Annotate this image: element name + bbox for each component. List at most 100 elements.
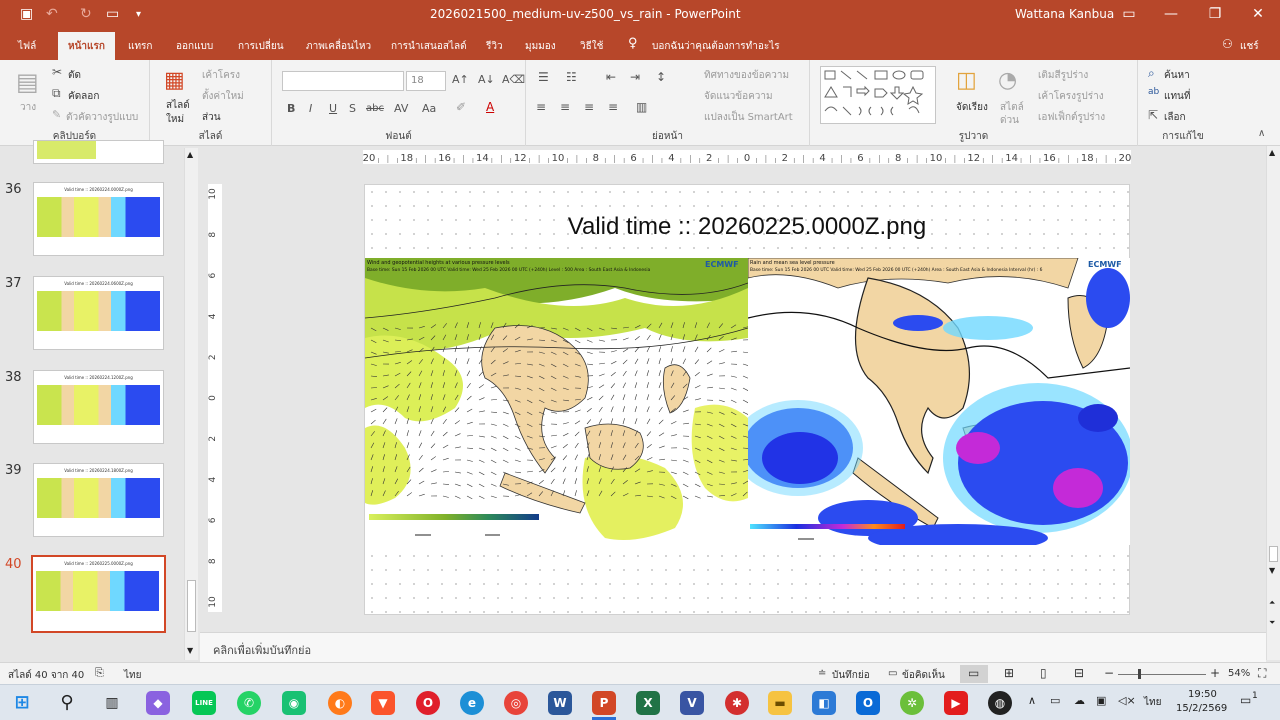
search-icon[interactable]: ⚲ [55, 691, 79, 715]
store-icon[interactable]: ◧ [812, 691, 836, 715]
font-name-input[interactable] [282, 71, 404, 91]
share-person-icon[interactable]: ⚇ [1222, 37, 1233, 51]
paste-icon[interactable]: ▤ [16, 68, 39, 96]
slide-thumbnail-35[interactable] [33, 140, 164, 164]
save-icon[interactable]: ▣ [20, 6, 33, 22]
quick-styles-label-2[interactable]: ด่วน [1000, 113, 1019, 128]
collapse-ribbon-icon[interactable]: ∧ [1258, 128, 1265, 139]
line-app-icon[interactable]: LINE [192, 691, 216, 715]
fit-to-window-icon[interactable]: ⛶ [1258, 666, 1266, 681]
character-spacing-icon[interactable]: AV [394, 102, 408, 115]
visio-icon[interactable]: V [680, 691, 704, 715]
tab-view[interactable]: มุมมอง [525, 39, 556, 54]
paste-button[interactable]: วาง [20, 100, 36, 115]
outlook-icon[interactable]: O [856, 691, 880, 715]
excel-icon[interactable]: X [636, 691, 660, 715]
tab-home[interactable]: หน้าแรก [58, 32, 115, 60]
reading-view-icon[interactable]: ▯ [1040, 666, 1047, 680]
undo-icon[interactable]: ↶ [46, 6, 58, 22]
youtube-icon[interactable]: ▶ [944, 691, 968, 715]
ribbon-display-options-icon[interactable]: ▭ [1117, 4, 1141, 24]
new-slide-label-2[interactable]: ใหม่ [166, 112, 184, 127]
editor-scroll-down-arrow[interactable]: ▼ [1269, 566, 1275, 575]
redo-icon[interactable]: ↻ [80, 6, 92, 22]
firefox-icon[interactable]: ◐ [328, 691, 352, 715]
align-center-icon[interactable]: ≡ [560, 100, 570, 114]
clock-date[interactable]: 15/2/2569 [1176, 703, 1227, 714]
tell-me-search[interactable]: บอกฉันว่าคุณต้องการทำอะไร [652, 39, 780, 54]
tab-file[interactable]: ไฟล์ [18, 39, 36, 54]
word-icon[interactable]: W [548, 691, 572, 715]
pdf-app-icon[interactable]: ✱ [725, 691, 749, 715]
convert-smartart-button[interactable]: แปลงเป็น SmartArt [704, 110, 793, 125]
tray-cloud-icon[interactable]: ☁ [1074, 694, 1085, 707]
customize-quick-access-icon[interactable]: ▾ [136, 9, 141, 20]
font-color-icon[interactable]: A [486, 100, 494, 114]
quick-styles-icon[interactable]: ◔ [998, 68, 1017, 93]
strikethrough-button[interactable]: abc [366, 103, 384, 114]
arrange-button[interactable]: จัดเรียง [956, 100, 988, 115]
notes-pane[interactable]: คลิกเพื่อเพิ่มบันทึกย่อ [200, 632, 1266, 662]
editor-scrollbar[interactable]: ▲ ▼ ⏶ ⏷ [1266, 146, 1280, 660]
font-size-input[interactable]: 18 [406, 71, 446, 91]
powerpoint-icon[interactable]: P [592, 691, 616, 715]
new-slide-label-1[interactable]: สไลด์ [166, 98, 190, 113]
opera-icon[interactable]: O [416, 691, 440, 715]
decrease-indent-icon[interactable]: ⇤ [606, 70, 616, 84]
thumbnail-scroll-thumb[interactable] [187, 580, 196, 632]
copilot-icon[interactable]: ◆ [146, 691, 170, 715]
edge-icon[interactable]: e [460, 691, 484, 715]
network-icon[interactable]: ▣ [1096, 694, 1106, 707]
zoom-slider[interactable] [1118, 674, 1206, 675]
windows-start-icon[interactable]: ⊞ [10, 691, 34, 715]
spellcheck-icon[interactable]: ⎘ [95, 666, 104, 680]
share-button[interactable]: แชร์ [1240, 39, 1259, 54]
start-from-beginning-icon[interactable]: ▭ [106, 6, 119, 22]
notification-icon[interactable]: ▭ [1240, 693, 1251, 707]
minimize-button[interactable]: — [1159, 4, 1183, 24]
shadow-button[interactable]: S [349, 102, 356, 115]
tray-device-icon[interactable]: ▭ [1050, 694, 1060, 707]
line-spacing-icon[interactable]: ↕ [656, 70, 666, 84]
file-explorer-icon[interactable]: ▬ [768, 691, 792, 715]
tab-help[interactable]: วิธีใช้ [580, 39, 603, 54]
italic-button[interactable]: I [309, 102, 312, 115]
shape-effects-button[interactable]: เอฟเฟ็กต์รูปร่าง [1038, 110, 1105, 125]
obs-icon[interactable]: ◍ [988, 691, 1012, 715]
previous-slide-arrow[interactable]: ⏶ [1269, 598, 1275, 608]
zoom-in-button[interactable]: + [1210, 666, 1220, 680]
wechat-icon[interactable]: ◉ [282, 691, 306, 715]
maximize-button[interactable]: ❐ [1203, 4, 1227, 24]
bold-button[interactable]: B [287, 102, 295, 115]
slide-thumbnail-38[interactable]: Valid time :: 20260224.1200Z.png [33, 370, 164, 444]
format-painter-button[interactable]: ตัวคัดวางรูปแบบ [66, 110, 138, 125]
arrange-icon[interactable]: ◫ [956, 68, 977, 93]
editor-scroll-up-arrow[interactable]: ▲ [1269, 148, 1275, 157]
shape-outline-button[interactable]: เค้าโครงรูปร่าง [1038, 89, 1104, 104]
brave-icon[interactable]: ▼ [371, 691, 395, 715]
app-icon[interactable]: ✲ [900, 691, 924, 715]
whatsapp-icon[interactable]: ✆ [237, 691, 261, 715]
columns-icon[interactable]: ▥ [636, 100, 647, 114]
tab-transitions[interactable]: การเปลี่ยน [238, 39, 284, 54]
rain-map-image[interactable]: Rain and mean sea level pressure Base ti… [748, 258, 1130, 545]
next-slide-arrow[interactable]: ⏷ [1269, 618, 1275, 628]
reset-button[interactable]: ตั้งค่าใหม่ [202, 89, 244, 104]
chrome-icon[interactable]: ◎ [504, 691, 528, 715]
slide-sorter-icon[interactable]: ⊞ [1004, 666, 1014, 680]
scroll-down-arrow[interactable]: ▼ [187, 646, 193, 655]
slide-canvas[interactable]: Valid time :: 20260225.0000Z.png Wind an… [364, 184, 1130, 615]
highlight-icon[interactable]: ✐ [456, 100, 466, 114]
new-slide-icon[interactable]: ▦ [164, 68, 185, 93]
slide-title[interactable]: Valid time :: 20260225.0000Z.png [365, 213, 1129, 241]
tab-insert[interactable]: แทรก [128, 39, 152, 54]
align-right-icon[interactable]: ≡ [584, 100, 594, 114]
clock-time[interactable]: 19:50 [1188, 689, 1217, 700]
close-button[interactable]: ✕ [1246, 4, 1270, 24]
comments-button[interactable]: ข้อคิดเห็น [902, 668, 945, 683]
tray-overflow-icon[interactable]: ∧ [1028, 694, 1036, 707]
notes-placeholder[interactable]: คลิกเพื่อเพิ่มบันทึกย่อ [213, 641, 311, 659]
scroll-up-arrow[interactable]: ▲ [187, 150, 193, 159]
select-button[interactable]: เลือก [1164, 110, 1186, 125]
find-button[interactable]: ค้นหา [1164, 68, 1190, 83]
